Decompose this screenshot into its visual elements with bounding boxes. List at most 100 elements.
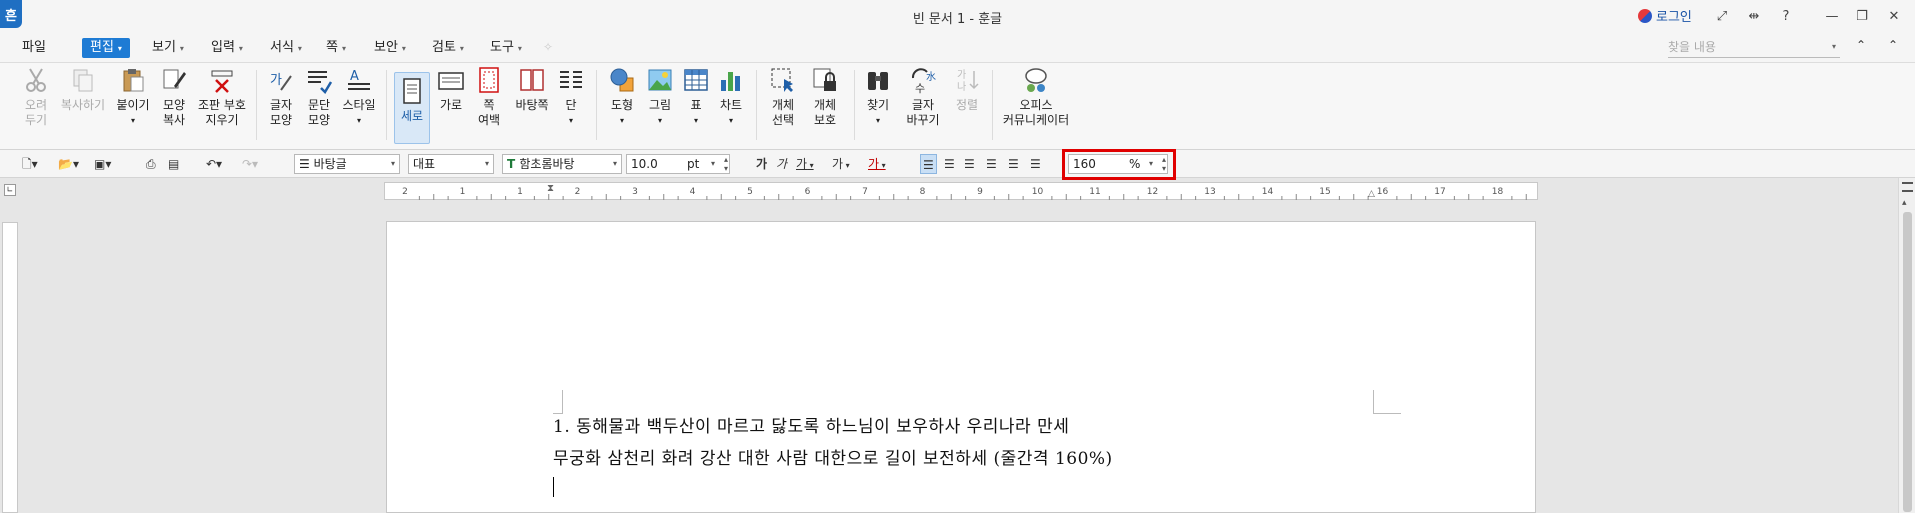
pin-icon[interactable]: ✧ [543,40,557,54]
background-page-button[interactable]: 바탕쪽 [512,66,552,113]
chart-button[interactable]: 차트 ▾ [714,66,748,128]
menu-view[interactable]: 보기 ▾ [148,38,188,58]
columns-button[interactable]: 단 ▾ [556,66,586,128]
help-icon[interactable]: ? [1776,6,1796,26]
font-color-label: 가 [868,157,880,171]
align-divide-button[interactable]: ☰ [1030,154,1041,174]
scroll-thumb[interactable] [1903,212,1912,512]
menu-edit[interactable]: 편집 ▾ [82,38,130,58]
font-color-button[interactable]: 가 ▾ [868,154,886,174]
underline-button[interactable]: 가 ▾ [796,154,814,174]
erase-marks-button[interactable]: 조판 부호 지우기 [196,66,248,128]
chevron-down-icon[interactable]: ▾ [1832,36,1836,58]
save-icon[interactable]: ▣▾ [94,154,111,174]
font-size-value: 10.0 [631,157,658,171]
document-line[interactable]: 1. 동해물과 백두산이 마르고 닳도록 하느님이 보우하사 우리나라 만세 [553,412,1069,437]
search-up-icon[interactable]: ⌃ [1856,38,1866,52]
replace-char-icon: 水수 [911,68,936,94]
select-object-button[interactable]: 개체 선택 [764,66,802,128]
align-left-button[interactable]: ☰ [944,154,955,174]
style-button[interactable]: A 스타일 ▾ [340,66,378,128]
menu-format[interactable]: 서식 ▾ [266,38,306,58]
scroll-up-icon[interactable]: ▴ [1902,198,1907,208]
menu-file[interactable]: 파일 [18,38,50,58]
ruler-corner-icon[interactable]: ∟ [4,184,16,196]
vertical-scrollbar[interactable]: ▴ [1898,178,1915,513]
right-indent-marker-icon[interactable]: △ [1368,189,1375,199]
landscape-button[interactable]: 가로 [434,66,468,113]
preview-icon[interactable]: ▤ [168,154,179,174]
strikethrough-button[interactable]: 가 ▾ [832,154,850,174]
format-copy-button[interactable]: 모양 복사 [156,66,192,128]
menu-insert[interactable]: 입력 ▾ [207,38,247,58]
protect-object-button[interactable]: 개체 보호 [806,66,844,128]
italic-button[interactable]: 가 [776,154,787,174]
office-communicator-label-2: 커뮤니케이터 [1002,113,1070,127]
close-button[interactable]: ✕ [1884,6,1904,26]
protect-object-label: 개체 [813,98,837,112]
svg-text:A: A [350,69,359,84]
align-justify-button[interactable]: ☰ [920,154,937,174]
menu-page[interactable]: 쪽 ▾ [322,38,350,58]
background-page-icon [520,69,544,91]
char-shape-button[interactable]: 가 글자 모양 [264,66,298,128]
menu-review[interactable]: 검토 ▾ [428,38,468,58]
restore-button[interactable]: ❐ [1852,6,1872,26]
horizontal-ruler[interactable]: 2 1 1 2 3 4 5 6 7 8 9 10 11 12 13 14 15 16 17 18 [384,182,1542,200]
chevron-down-icon: ▾ [710,159,715,168]
align-objects-button[interactable]: 가나 정렬 [950,66,984,113]
undo-icon[interactable]: ↶▾ [206,154,222,174]
format-painter-icon [163,69,186,89]
minimize-button[interactable]: — [1822,6,1842,26]
paste-button[interactable]: 붙이기 ▾ [114,66,152,128]
font-select[interactable]: T 함초롬바탕 ▾ [502,154,622,174]
page-margin-button[interactable]: 쪽 여백 [472,66,506,128]
scissors-icon [26,68,46,92]
menu-tools[interactable]: 도구 ▾ [486,38,526,58]
replace-char-button[interactable]: 水수 글자 바꾸기 [900,66,946,128]
document-line[interactable]: 무궁화 삼천리 화려 강산 대한 사람 대한으로 길이 보전하세 (줄간격 16… [553,444,1113,469]
spin-icon[interactable]: ▴ ▾ [724,155,728,173]
align-center-button[interactable]: ☰ [964,154,975,174]
new-document-icon[interactable]: 🗋▾ [22,154,38,174]
redo-icon[interactable]: ↷▾ [242,154,258,174]
indent-marker-icon[interactable]: ⧗ [547,183,554,194]
chevron-down-icon: ▾ [130,116,135,125]
align-right-button[interactable]: ☰ [986,154,997,174]
shape-button[interactable]: 도형 ▾ [604,66,640,128]
picture-button[interactable]: 그림 ▾ [642,66,678,128]
menu-security[interactable]: 보안 ▾ [370,38,410,58]
table-icon [684,69,708,91]
align-distribute-button[interactable]: ☰ [1008,154,1019,174]
fullscreen-icon[interactable]: ⤢ [1712,6,1732,26]
underline-label: 가 [796,157,808,171]
document-page[interactable]: 1. 동해물과 백두산이 마르고 닳도록 하느님이 보우하사 우리나라 만세 무… [386,221,1536,513]
find-button[interactable]: 찾기 ▾ [862,66,894,128]
print-icon[interactable]: ⎙ [146,154,156,174]
vertical-ruler[interactable] [2,222,18,513]
table-button[interactable]: 표 ▾ [680,66,712,128]
cut-button[interactable]: 오려 두기 [20,66,52,128]
font-size-field[interactable]: 10.0 pt ▾ ▴ ▾ [626,154,730,174]
split-handle-icon[interactable] [1902,182,1913,192]
ribbon-separator [256,70,257,140]
select-object-label-2: 선택 [771,113,795,127]
style-select[interactable]: ☰ 바탕글 ▾ [294,154,400,174]
login-button[interactable]: 로그인 [1638,6,1692,25]
fit-width-icon[interactable]: ⇹ [1744,6,1764,26]
open-folder-icon[interactable]: 📂▾ [58,154,79,174]
copy-button[interactable]: 복사하기 [58,66,108,113]
collapse-ribbon-icon[interactable]: ⌃ [1888,38,1898,52]
chevron-down-icon: ▾ [356,116,361,125]
language-select[interactable]: 대표 ▾ [408,154,494,174]
portrait-button[interactable]: 세로 [394,72,430,144]
bold-button[interactable]: 가 [756,154,767,174]
portrait-label: 세로 [400,109,424,123]
para-shape-button[interactable]: 문단 모양 [302,66,336,128]
office-communicator-button[interactable]: 오피스 커뮤니케이터 [1000,66,1072,128]
svg-text:나: 나 [957,81,966,93]
chevron-down-icon: ▾ [401,44,406,53]
app-logo-icon[interactable]: 흔 [0,0,22,28]
ruler-tick-label: 2 [575,187,581,197]
search-input[interactable]: 찾을 내용 ▾ [1668,36,1840,58]
